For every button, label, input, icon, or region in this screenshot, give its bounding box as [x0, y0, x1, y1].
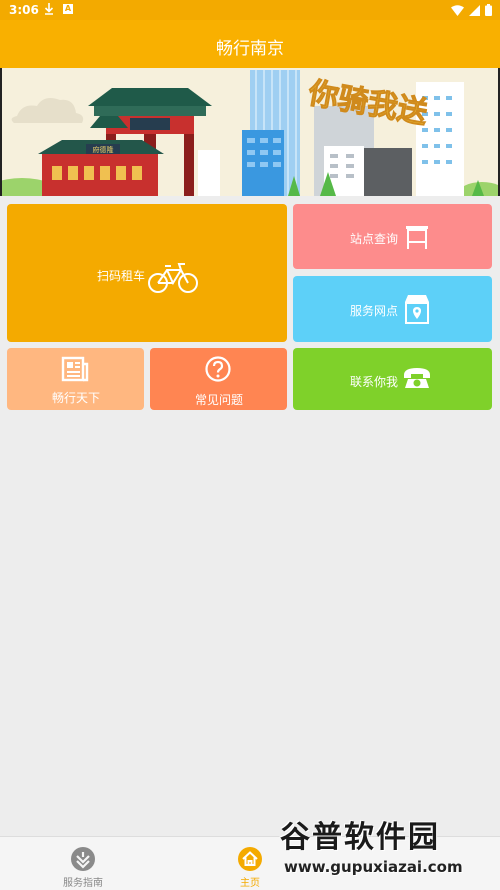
- download-icon: [44, 3, 54, 15]
- promo-banner[interactable]: 府德隆 你骑我送: [0, 68, 500, 196]
- page-title: 畅行南京: [216, 39, 284, 59]
- site-watermark: 谷普软件园 www.gupuxiazai.com: [274, 812, 500, 890]
- telephone-icon: [404, 368, 430, 388]
- home-icon: [238, 847, 262, 871]
- wifi-icon: [451, 4, 464, 16]
- station-query-label: 站点查询: [350, 232, 399, 246]
- status-indicators: [451, 4, 492, 16]
- signal-icon: [469, 4, 480, 16]
- status-bar: 3:06 A: [0, 0, 500, 20]
- contact-tile[interactable]: 联系你我: [293, 348, 492, 410]
- faq-tile[interactable]: 常见问题: [150, 348, 287, 410]
- question-icon: [205, 356, 231, 382]
- station-query-tile[interactable]: 站点查询: [293, 204, 492, 269]
- guide-icon: [71, 847, 95, 871]
- banner-illustration: 府德隆 你骑我送: [2, 70, 498, 196]
- contact-label: 联系你我: [350, 375, 399, 389]
- shop-location-icon: [405, 295, 429, 324]
- news-tile[interactable]: 畅行天下: [7, 348, 144, 410]
- scan-rent-tile[interactable]: 扫码租车: [7, 204, 287, 342]
- station-sign-icon: [406, 226, 428, 249]
- news-label: 畅行天下: [52, 391, 101, 405]
- nav-service-guide[interactable]: 服务指南: [23, 837, 143, 890]
- newspaper-icon: [61, 356, 89, 382]
- gate-sign: 府德隆: [93, 145, 114, 154]
- scan-rent-label: 扫码租车: [97, 269, 146, 283]
- battery-icon: [485, 4, 492, 16]
- service-outlet-label: 服务网点: [350, 304, 399, 318]
- status-time: 3:06: [9, 3, 39, 17]
- faq-label: 常见问题: [195, 393, 244, 407]
- app-bar: 畅行南京: [0, 20, 500, 68]
- watermark-url: www.gupuxiazai.com: [284, 858, 463, 876]
- bicycle-icon: [148, 263, 198, 293]
- watermark-title: 谷普软件园: [280, 820, 440, 855]
- accessibility-a-icon: A: [63, 4, 73, 14]
- nav-service-guide-label: 服务指南: [63, 878, 103, 889]
- service-outlet-tile[interactable]: 服务网点: [293, 276, 492, 342]
